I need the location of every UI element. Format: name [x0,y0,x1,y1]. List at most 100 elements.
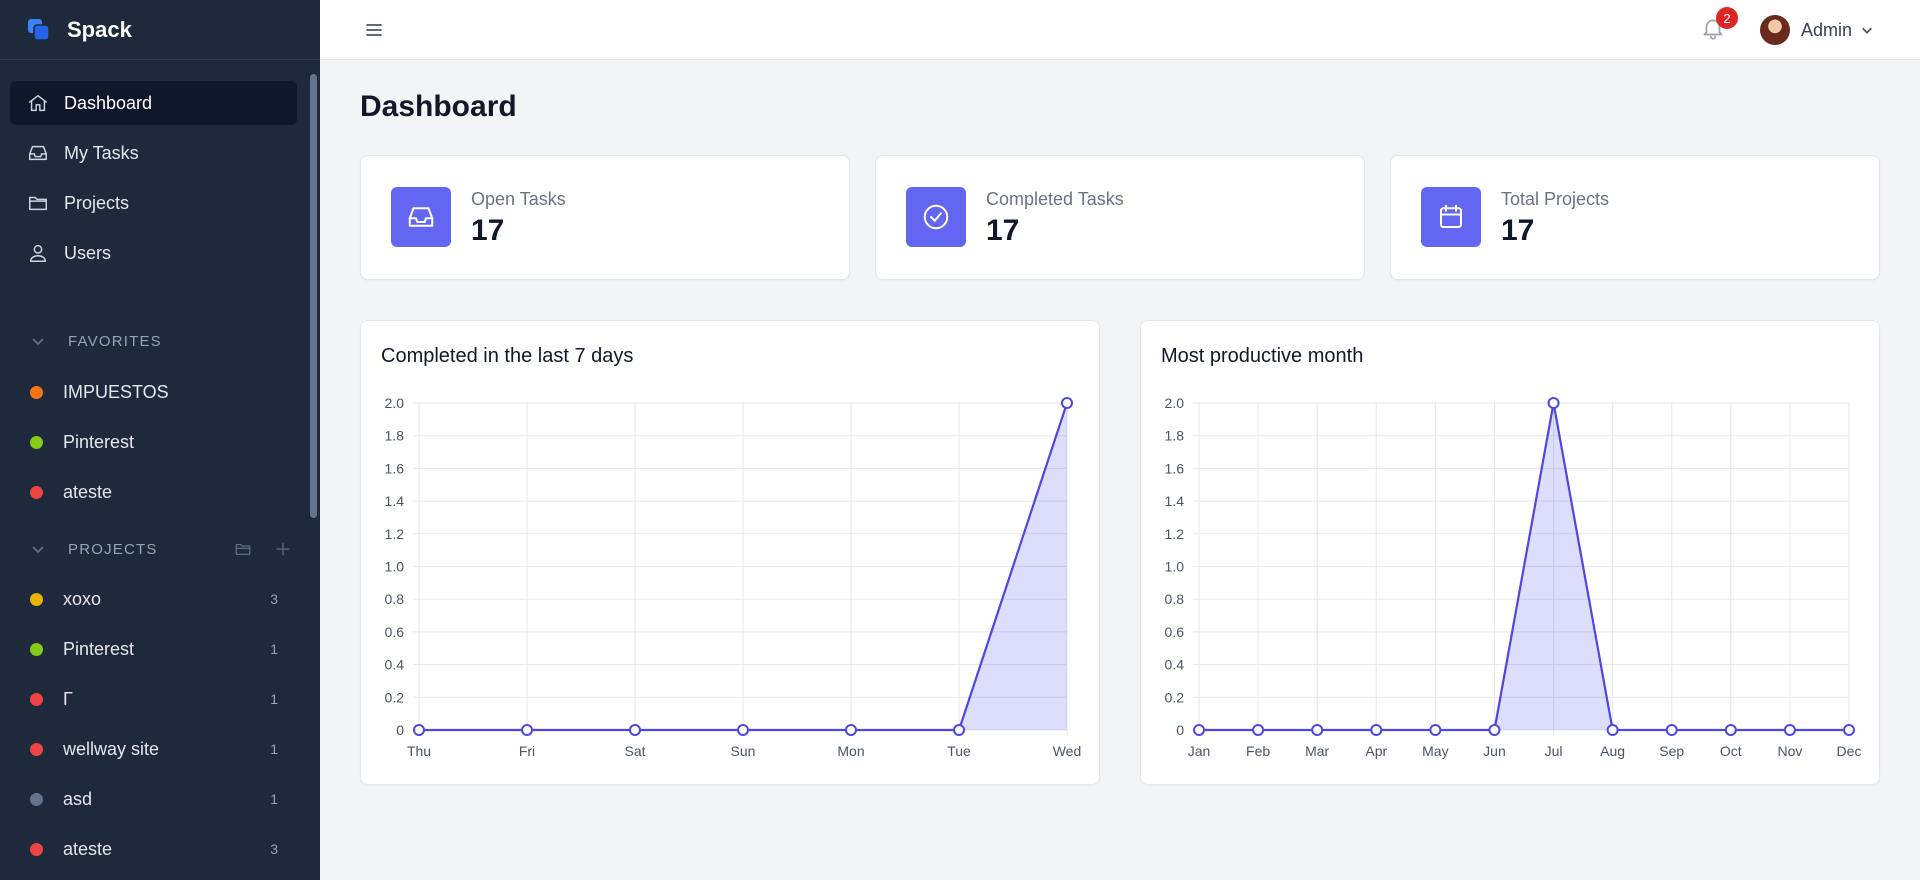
task-count: 1 [270,691,278,707]
task-count: 1 [270,741,278,757]
project-item-pinterest[interactable]: Pinterest 1 [30,624,278,674]
y-tick-label: 1.2 [1165,526,1185,542]
sidebar-item-users[interactable]: Users [10,231,297,275]
x-tick-label: Mon [837,743,864,759]
y-tick-label: 0 [396,722,404,738]
x-tick-label: Sun [731,743,756,759]
color-dot [30,742,43,756]
plus-icon[interactable] [274,540,292,558]
data-point [1665,724,1678,736]
user-menu[interactable]: Admin [1760,15,1874,45]
sidebar-item-dashboard[interactable]: Dashboard [10,81,297,125]
stat-icon-box [1421,187,1481,247]
y-tick-label: 1.0 [1165,559,1185,575]
projects-heading-label: PROJECTS [68,540,158,558]
projects-heading[interactable]: PROJECTS [30,538,292,560]
favorite-item-ateste[interactable]: ateste [30,467,278,517]
list-item-label: Γ [63,688,73,709]
list-item-label: IMPUESTOS [63,381,169,402]
folder-icon [26,191,50,215]
data-point [1488,724,1501,736]
folder-open-icon[interactable] [234,540,252,558]
task-count: 1 [270,641,278,657]
app-logo-icon [28,18,50,41]
y-tick-label: 0.4 [385,657,405,673]
y-tick-label: 1.4 [385,493,405,509]
favorites-heading[interactable]: FAVORITES [30,330,292,352]
y-tick-label: 0.8 [385,591,405,607]
sidebar-item-my-tasks[interactable]: My Tasks [10,131,297,175]
task-count: 1 [270,791,278,807]
color-dot [30,385,43,399]
y-tick-label: 0.8 [1165,591,1185,607]
y-tick-label: 0.6 [385,624,405,640]
app-name: Spack [67,16,132,42]
sidebar: Spack Dashboard My Tasks Projects Users … [0,0,320,880]
color-dot [30,642,43,656]
data-point [845,724,857,736]
sidebar-nav: Dashboard My Tasks Projects Users [10,81,297,281]
stat-label: Total Projects [1501,189,1610,209]
stat-card-open-tasks: Open Tasks 17 [360,155,850,280]
color-dot [30,692,43,706]
color-dot [30,435,43,449]
project-item-asd[interactable]: asd 1 [30,774,278,824]
task-count: 3 [270,841,278,857]
menu-toggle-button[interactable] [362,18,386,42]
data-point [1311,724,1324,736]
favorite-item-pinterest[interactable]: Pinterest [30,417,278,467]
x-tick-label: Tue [947,743,971,759]
sidebar-scrollbar[interactable] [310,74,317,518]
home-icon [26,91,50,115]
calendar-icon [1440,204,1462,228]
data-point [1547,397,1560,409]
list-item-label: xoxo [63,588,102,609]
list-item-label: asd [63,788,93,809]
data-point [1783,724,1796,736]
sidebar-item-label: Projects [64,192,130,213]
stat-value: 17 [471,214,505,247]
x-tick-label: Oct [1720,743,1742,759]
sidebar-item-projects[interactable]: Projects [10,181,297,225]
data-point [1252,724,1265,736]
favorites-heading-label: FAVORITES [68,332,162,350]
y-tick-label: 0.6 [1165,624,1185,640]
data-point [629,724,641,736]
x-tick-label: Thu [407,743,431,759]
data-point [953,724,965,736]
notification-badge: 2 [1716,7,1738,29]
stat-icon-box [391,187,451,247]
x-tick-label: Feb [1246,743,1270,759]
favorite-item-impuestos[interactable]: IMPUESTOS [30,367,278,417]
project-item-gamma[interactable]: Γ 1 [30,674,278,724]
chevron-down-icon [1862,27,1873,34]
stat-value: 17 [1501,214,1535,247]
task-count: 3 [270,591,278,607]
favorites-list: IMPUESTOS Pinterest ateste [30,367,278,517]
color-dot [30,485,43,499]
project-item-xoxo[interactable]: xoxo 3 [30,574,278,624]
page-title: Dashboard [360,90,517,123]
y-tick-label: 1.2 [385,526,405,542]
inbox-icon [26,141,50,165]
chevron-down-icon [30,333,46,349]
sidebar-item-label: Users [64,242,112,263]
project-item-wellway-site[interactable]: wellway site 1 [30,724,278,774]
sidebar-item-label: My Tasks [64,142,139,163]
chevron-down-icon [30,541,46,557]
brand[interactable]: Spack [0,0,320,60]
x-tick-label: Jul [1545,743,1563,759]
data-point [1193,724,1205,736]
x-tick-label: Jun [1483,743,1506,759]
project-item-ateste[interactable]: ateste 3 [30,824,278,874]
y-tick-label: 1.0 [385,559,405,575]
chart-last-7-days: 0 0.2 0.4 0.6 0.8 1.0 1.2 1.4 1.6 1.8 2.0 Thu Fri Sat… [385,395,1082,759]
color-dot [30,592,43,606]
inbox-icon [408,207,434,227]
y-tick-label: 1.4 [1165,493,1185,509]
x-tick-label: Aug [1600,743,1625,759]
color-dot [30,842,43,856]
data-point [1724,724,1737,736]
list-item-label: Pinterest [63,638,135,659]
x-tick-label: Nov [1777,743,1802,759]
